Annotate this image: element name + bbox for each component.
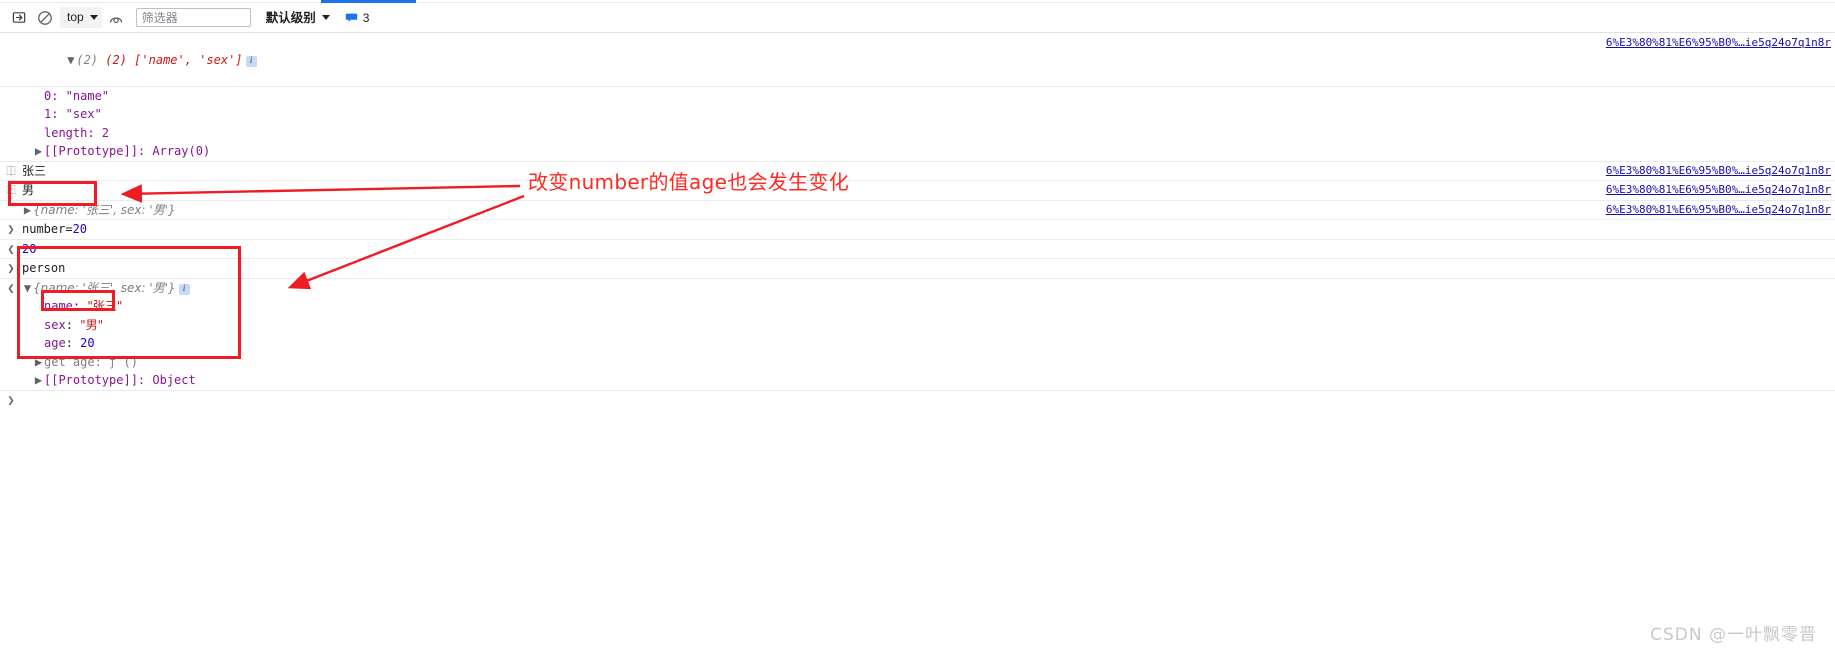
input-number-text: number=20 (22, 222, 88, 236)
log-marker-icon: ⎅ (6, 163, 16, 178)
log-level-selector[interactable]: 默认级别 (263, 7, 333, 28)
console-row-person-header[interactable]: ❮ ▼ {name: '张三', sex: '男'} i (0, 279, 1835, 298)
expand-triangle-open-icon-2[interactable]: ▼ (22, 280, 33, 297)
csdn-watermark: CSDN @一叶飘零晋 (1650, 625, 1817, 645)
console-row-person-age: age: 20 (0, 334, 1835, 353)
array-item-0-text: 0: "name" (44, 88, 110, 103)
filter-input[interactable] (135, 8, 251, 27)
chevron-down-icon (89, 15, 98, 20)
console-row-array-header[interactable]: ▼ (2) (2) ['name', 'sex'] i 6%E3%80%81%E6%… (0, 34, 1835, 87)
source-link-nan[interactable]: 6%E3%80%81%E6%95%B0%…ie5q24o7q1n8r (1606, 183, 1831, 196)
source-link-object[interactable]: 6%E3%80%81%E6%95%B0%…ie5q24o7q1n8r (1606, 203, 1831, 216)
person-prototype-text: [[Prototype]]: Object (44, 373, 196, 387)
log-nan-text: 男 (22, 183, 35, 197)
expand-triangle-open-icon[interactable]: ▼ (65, 52, 76, 69)
message-count-group: 3 (345, 10, 370, 25)
execution-context-label: top (67, 10, 84, 24)
prompt-input-icon-3: ❯ (7, 392, 15, 407)
prompt-input-icon: ❯ (7, 222, 15, 236)
console-row-input-number[interactable]: ❯ number=20 (0, 220, 1835, 240)
expand-triangle-closed-icon-2[interactable]: ▶ (22, 202, 33, 219)
console-row-array-item-0: 0: "name" (0, 87, 1835, 106)
person-name-value: "张三" (87, 299, 123, 313)
person-age-value: 20 (80, 336, 95, 350)
info-badge-icon[interactable]: i (245, 55, 257, 67)
console-output[interactable]: ▼ (2) (2) ['name', 'sex'] i 6%E3%80%81%E6%… (0, 34, 1835, 657)
log-marker-icon-2: ⎅ (6, 183, 16, 197)
person-sex-value: "男" (80, 317, 104, 332)
person-header-text: {name: '张三', sex: '男'} (33, 280, 176, 295)
person-sex-key: sex (44, 317, 66, 332)
console-row-log-object-collapsed[interactable]: ▶ {name: '张三', sex: '男'} 6%E3%80%81%E6%95… (0, 201, 1835, 220)
console-row-output-20: ❮ 20 (0, 240, 1835, 259)
input-number-value: 20 (72, 222, 88, 236)
source-link-array[interactable]: 6%E3%80%81%E6%95%B0%…ie5q24o7q1n8r (1606, 36, 1831, 49)
console-row-person-sex: sex: "男" (0, 316, 1835, 335)
chevron-down-icon-level (321, 15, 330, 20)
prompt-input-icon-2: ❯ (7, 261, 15, 275)
message-count-value: 3 (362, 10, 370, 25)
console-row-log-zhangsan: ⎅ 张三 6%E3%80%81%E6%95%B0%…ie5q24o7q1n8r (0, 162, 1835, 181)
eye-icon (109, 16, 122, 23)
info-badge-icon-2[interactable]: i (178, 283, 190, 295)
prompt-output-icon-2: ❮ (7, 280, 15, 295)
live-expression-button[interactable] (104, 5, 130, 31)
console-row-input-person[interactable]: ❯ person (0, 259, 1835, 279)
console-row-log-nan: ⎅ 男 6%E3%80%81%E6%95%B0%…ie5q24o7q1n8r (0, 181, 1835, 201)
console-row-person-name: name: "张三" (0, 297, 1835, 316)
log-zhangsan-text: 张三 (22, 163, 47, 178)
console-row-array-item-1: 1: "sex" (0, 105, 1835, 124)
expand-triangle-closed-icon-4[interactable]: ▶ (33, 372, 44, 389)
array-length-prefix: (2) (76, 52, 106, 67)
console-row-array-prototype[interactable]: ▶ [[Prototype]]: Array(0) (0, 142, 1835, 162)
array-length-text: length: 2 (44, 125, 110, 140)
clear-console-button[interactable] (6, 5, 32, 31)
no-entry-icon (38, 10, 52, 25)
prompt-output-icon: ❮ (7, 241, 15, 256)
array-header-text: (2) ['name', 'sex'] (105, 52, 243, 67)
clear-console-icon (12, 12, 25, 23)
person-get-age-text: get age: ƒ () (44, 354, 138, 369)
speech-bubble-icon (345, 13, 357, 22)
expand-triangle-closed-icon[interactable]: ▶ (33, 143, 44, 160)
log-level-label: 默认级别 (265, 10, 316, 25)
output-20-text: 20 (22, 241, 37, 256)
person-name-key: name (44, 299, 73, 313)
console-row-array-length: length: 2 (0, 124, 1835, 143)
expand-triangle-closed-icon-3[interactable]: ▶ (33, 354, 44, 371)
array-prototype-text: [[Prototype]]: Array(0) (44, 144, 211, 158)
console-prompt-row[interactable]: ❯ (0, 391, 1835, 410)
source-link-zhangsan[interactable]: 6%E3%80%81%E6%95%B0%…ie5q24o7q1n8r (1606, 164, 1831, 177)
no-entry-button[interactable] (32, 5, 58, 31)
person-age-key: age (44, 336, 66, 350)
console-toolbar: top 默认级别 3 (0, 3, 1835, 33)
console-row-person-get-age[interactable]: ▶ get age: ƒ () (0, 353, 1835, 372)
input-person-text: person (22, 261, 66, 275)
execution-context-selector[interactable]: top (60, 7, 102, 28)
array-item-1-text: 1: "sex" (44, 107, 102, 121)
object-collapsed-text: {name: '张三', sex: '男'} (33, 202, 176, 217)
console-row-person-prototype[interactable]: ▶ [[Prototype]]: Object (0, 371, 1835, 391)
